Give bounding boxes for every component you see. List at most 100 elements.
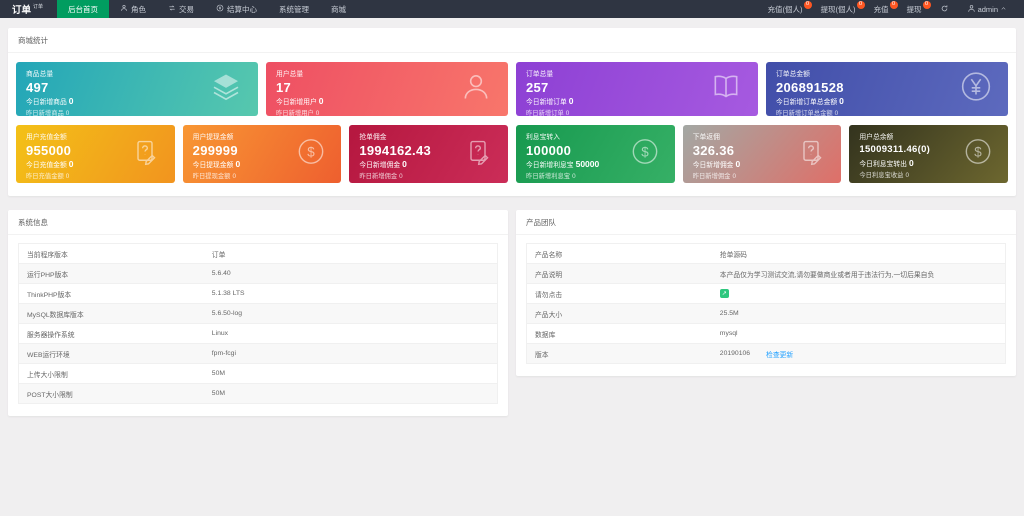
row-value: 订单 [211, 251, 226, 259]
system-info-table: 当前程序版本 订单 运行PHP版本 5.6.40 ThinkPHP版本 5.1.38 … [18, 243, 498, 404]
menu-item-roles[interactable]: 角色 [109, 0, 157, 18]
stat-sub-value: 0 [732, 173, 736, 180]
product-table: 产品名称 抢单源码 产品说明 本产品仅为学习测试交流,请勿要做商业或者用于违法行为,… [526, 243, 1006, 364]
nav-recharge-personal[interactable]: 充值(個人) 0 [759, 0, 812, 18]
system-info-title: 系统信息 [8, 210, 508, 235]
table-row: 上传大小限制 50M [19, 364, 497, 384]
app-logo-text: 订单 [12, 5, 32, 16]
stat-sub-label: 昨日提现金额 [192, 173, 231, 180]
stat-sub-value: 0 [908, 158, 914, 168]
row-label: 上传大小限制 [27, 371, 68, 379]
stat-sub-label: 今日充值金额 [26, 162, 67, 169]
table-row: 请勿点击 ↗ [527, 284, 1005, 304]
stat-sub-value: 0 [565, 110, 570, 116]
stats-panel: 商城统计 商品总量 497 今日新增商品 0 昨日新增商品 0 用户总量 17 今日… [8, 28, 1016, 196]
menu-item-trade[interactable]: 交易 [157, 0, 205, 18]
yen-circle-icon [960, 71, 992, 108]
table-row: 产品说明 本产品仅为学习测试交流,请勿要做商业或者用于违法行为,一切后果自负 [527, 264, 1005, 284]
row-label: WEB运行环境 [27, 351, 70, 359]
stat-card-orders: 订单总量 257 今日新增订单 0 昨日新增订单 0 [516, 62, 758, 116]
exchange-icon [168, 4, 176, 14]
stat-sub-value: 0 [235, 159, 241, 169]
row-label: 产品说明 [535, 271, 563, 279]
stat-sub-value: 0 [572, 173, 576, 180]
stats-panel-title: 商城统计 [8, 28, 1016, 53]
menu-item-system[interactable]: 系统管理 [268, 0, 320, 18]
stat-card-interest-in: 利息宝转入 100000 今日新增利息宝 50000 昨日新增利息宝 0 $ [516, 125, 675, 183]
row-label: MySQL数据库版本 [27, 311, 84, 319]
dollar-circle-icon: $ [964, 138, 992, 171]
user-menu[interactable]: admin [958, 0, 1016, 18]
product-panel-title: 产品团队 [516, 210, 1016, 235]
nav-item-label: 提现(個人) [820, 4, 856, 14]
stat-sub-value: 0 [65, 173, 70, 180]
menu-item-label: 商城 [331, 4, 347, 14]
stat-card-order-rebate: 下单返佣 326.36 今日新增佣金 0 昨日新增佣金 0 [682, 125, 842, 183]
system-info-panel: 系统信息 当前程序版本 订单 运行PHP版本 5.6.40 ThinkPHP版本 5.… [8, 210, 508, 416]
stat-sub-label: 昨日新增利息宝 [526, 173, 571, 180]
stat-sub-value: 0 [68, 159, 74, 169]
row-label: 运行PHP版本 [27, 271, 69, 279]
dollar-circle-icon: $ [631, 138, 659, 171]
stat-sub-label: 今日新增订单 [526, 99, 567, 106]
row-value: 5.6.40 [211, 270, 231, 277]
external-link-icon[interactable]: ↗ [719, 289, 729, 298]
stat-sub-label: 昨日新增订单 [526, 110, 564, 116]
row-label: ThinkPHP版本 [27, 291, 72, 299]
row-label: 版本 [535, 351, 549, 359]
product-size-link[interactable]: 25.5M [720, 310, 739, 317]
check-update-link[interactable]: 检查更新 [766, 349, 793, 359]
menu-item-home[interactable]: 后台首页 [57, 0, 110, 18]
table-row: 版本 20190106 检查更新 [527, 344, 1005, 363]
stat-card-recharge-amount: 用户充值金额 955000 今日充值金额 0 昨日充值金额 0 [16, 125, 175, 183]
stat-card-grab-commission: 抢单佣金 1994162.43 今日新增佣金 0 昨日新增佣金 0 [349, 125, 509, 183]
table-row: 服务器操作系统 Linux [19, 324, 497, 344]
main-menu: 后台首页 角色 交易 结算中心 系统管理 商城 [57, 0, 357, 18]
stat-sub-value: 0 [568, 96, 574, 106]
nav-withdraw[interactable]: 提现 0 [898, 0, 931, 18]
menu-item-mall[interactable]: 商城 [320, 0, 357, 18]
table-row: POST大小限制 50M [19, 384, 497, 403]
user-icon [120, 4, 128, 14]
app-logo[interactable]: 订单 订单 [0, 0, 57, 18]
layers-icon [210, 71, 242, 108]
svg-text:$: $ [641, 144, 649, 159]
menu-item-label: 角色 [131, 4, 147, 14]
stat-sub-value: 0 [68, 96, 74, 106]
nav-withdraw-personal[interactable]: 提现(個人) 0 [812, 0, 865, 18]
menu-item-label: 交易 [179, 4, 195, 14]
menu-item-settlement[interactable]: 结算中心 [205, 0, 268, 18]
stat-sub-value: 50000 [575, 159, 600, 169]
app-logo-sup: 订单 [33, 4, 44, 10]
row-label: 服务器操作系统 [27, 331, 75, 339]
menu-item-label: 后台首页 [68, 4, 99, 14]
row-label: 产品大小 [535, 311, 563, 319]
stat-sub-label: 今日新增商品 [26, 99, 67, 106]
user-icon [967, 4, 976, 15]
stat-sub-value: 0 [735, 159, 741, 169]
stats-row-2: 用户充值金额 955000 今日充值金额 0 昨日充值金额 0 用户提现金额 299… [8, 116, 1016, 183]
row-label: 数据库 [535, 331, 556, 339]
row-label: 当前程序版本 [27, 251, 68, 259]
version-value: 20190106 [719, 350, 751, 357]
table-row: 数据库 mysql [527, 324, 1005, 344]
book-icon [710, 71, 742, 108]
stat-sub-label: 昨日新增佣金 [692, 173, 731, 180]
row-value: 抢单源码 [719, 251, 747, 259]
bottom-section: 系统信息 当前程序版本 订单 运行PHP版本 5.6.40 ThinkPHP版本 5.… [8, 210, 1016, 416]
row-value: 5.6.50-log [211, 310, 243, 317]
row-label: POST大小限制 [27, 391, 73, 399]
database-link[interactable]: mysql [720, 330, 738, 337]
stat-card-user-balance: 用户总余额 15009311.46(0) 今日利息宝转出 0 今日利息宝收益 0 $ [849, 125, 1009, 183]
stat-sub-value: 0 [318, 96, 324, 106]
nav-recharge[interactable]: 充值 0 [865, 0, 898, 18]
table-row: MySQL数据库版本 5.6.50-log [19, 304, 497, 324]
notification-badge: 0 [922, 1, 931, 9]
doc-question-icon [464, 138, 492, 171]
row-value: 5.1.38 LTS [211, 290, 245, 297]
dollar-circle-icon: $ [297, 138, 325, 171]
stat-sub-value: 0 [402, 159, 407, 169]
refresh-button[interactable] [931, 0, 958, 18]
nav-item-label: 充值 [873, 4, 889, 14]
stat-sub-value: 0 [399, 173, 403, 180]
